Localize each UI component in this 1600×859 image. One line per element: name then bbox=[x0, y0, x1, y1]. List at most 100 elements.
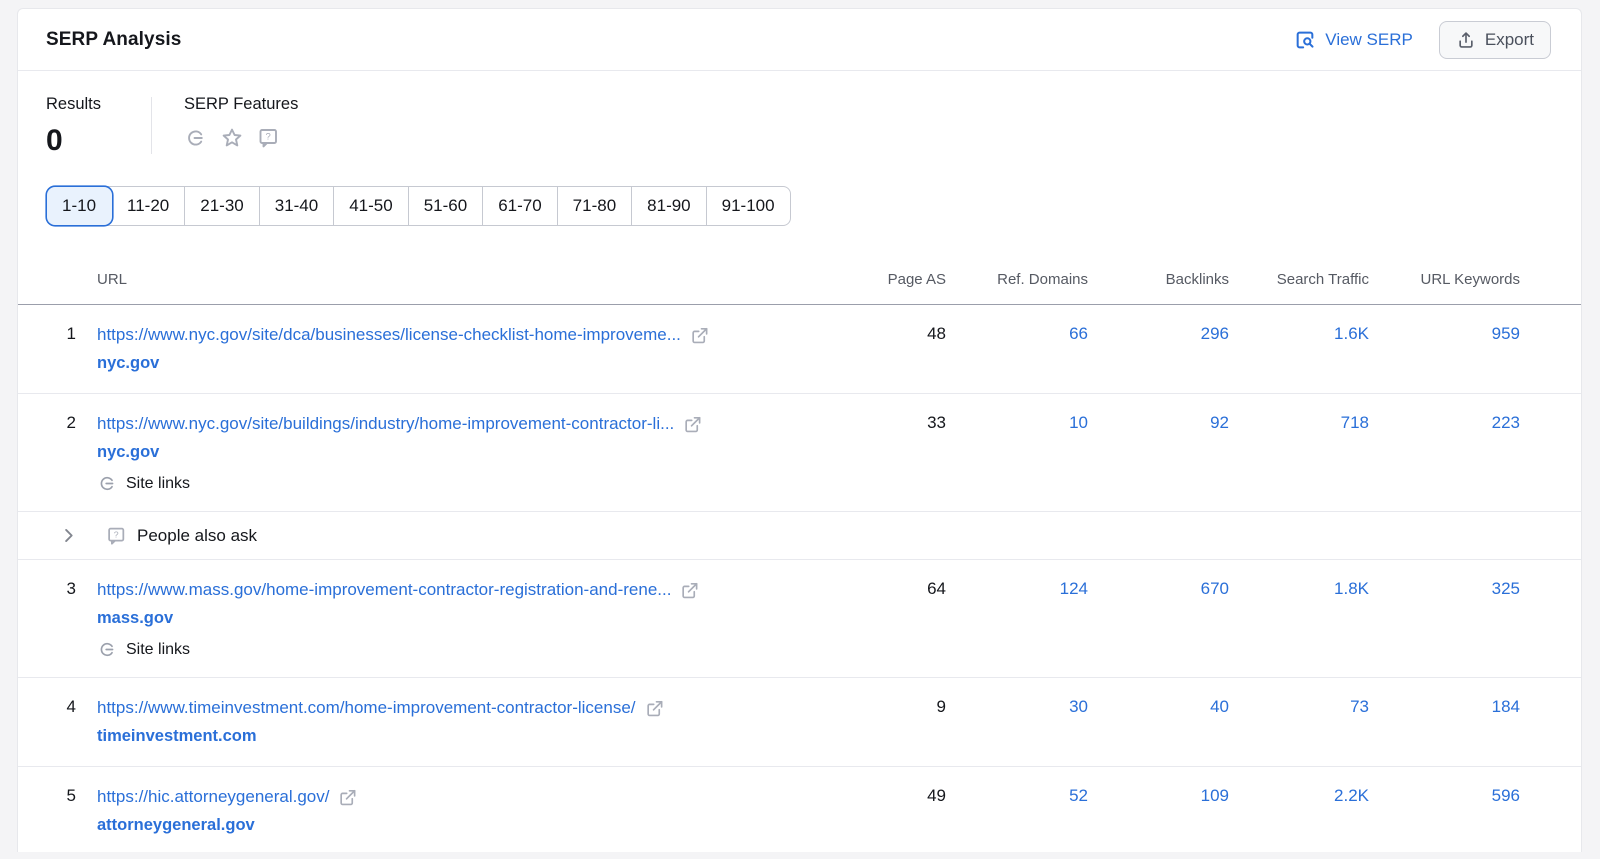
result-position: 1 bbox=[46, 322, 97, 344]
page-title: SERP Analysis bbox=[46, 29, 181, 51]
pagination-range-11-20[interactable]: 11-20 bbox=[112, 187, 185, 225]
result-url-cell: https://www.nyc.gov/site/buildings/indus… bbox=[97, 411, 856, 494]
external-link-icon[interactable] bbox=[645, 699, 664, 718]
page-as-value: 9 bbox=[856, 695, 946, 717]
search-traffic-link[interactable]: 1.8K bbox=[1334, 579, 1369, 598]
result-domain-link[interactable]: nyc.gov bbox=[97, 439, 159, 465]
results-value: 0 bbox=[46, 126, 151, 156]
pagination-range-31-40[interactable]: 31-40 bbox=[260, 187, 334, 225]
external-link-icon[interactable] bbox=[690, 326, 709, 345]
view-serp-link[interactable]: View SERP bbox=[1294, 29, 1413, 51]
pagination-range-71-80[interactable]: 71-80 bbox=[558, 187, 632, 225]
result-domain-link[interactable]: attorneygeneral.gov bbox=[97, 812, 255, 838]
result-url-link[interactable]: https://www.nyc.gov/site/buildings/indus… bbox=[97, 411, 674, 437]
result-url-link[interactable]: https://www.mass.gov/home-improvement-co… bbox=[97, 577, 671, 603]
result-position: 5 bbox=[46, 784, 97, 806]
column-header-url-keywords: URL Keywords bbox=[1369, 271, 1520, 288]
result-position: 4 bbox=[46, 695, 97, 717]
column-header-url: URL bbox=[97, 271, 856, 288]
external-link-icon[interactable] bbox=[338, 788, 357, 807]
view-serp-label: View SERP bbox=[1325, 30, 1413, 50]
export-icon bbox=[1456, 30, 1476, 50]
pagination-range-21-30[interactable]: 21-30 bbox=[185, 187, 259, 225]
serp-analysis-card: SERP Analysis View SERP bbox=[17, 8, 1582, 852]
search-traffic-link[interactable]: 2.2K bbox=[1334, 786, 1369, 805]
backlinks-link[interactable]: 40 bbox=[1210, 697, 1229, 716]
result-url-cell: https://hic.attorneygeneral.gov/ attorne… bbox=[97, 784, 856, 838]
search-traffic-link[interactable]: 73 bbox=[1350, 697, 1369, 716]
page-as-value: 64 bbox=[856, 577, 946, 599]
serp-features-label: SERP Features bbox=[184, 95, 298, 114]
table-row: 4 https://www.timeinvestment.com/home-im… bbox=[18, 678, 1581, 767]
export-label: Export bbox=[1485, 30, 1534, 50]
page-as-value: 48 bbox=[856, 322, 946, 344]
result-url-cell: https://www.timeinvestment.com/home-impr… bbox=[97, 695, 856, 749]
result-url-cell: https://www.mass.gov/home-improvement-co… bbox=[97, 577, 856, 660]
people-also-ask-icon[interactable]: ? bbox=[256, 126, 280, 150]
chevron-right-icon[interactable] bbox=[59, 526, 78, 545]
result-domain-link[interactable]: nyc.gov bbox=[97, 350, 159, 376]
url-keywords-link[interactable]: 959 bbox=[1492, 324, 1520, 343]
summary-section: Results 0 SERP Features bbox=[18, 71, 1581, 156]
url-keywords-link[interactable]: 184 bbox=[1492, 697, 1520, 716]
column-header-backlinks: Backlinks bbox=[1088, 271, 1229, 288]
url-keywords-link[interactable]: 325 bbox=[1492, 579, 1520, 598]
pagination-range-81-90[interactable]: 81-90 bbox=[632, 187, 706, 225]
url-keywords-link[interactable]: 223 bbox=[1492, 413, 1520, 432]
result-url-link[interactable]: https://www.nyc.gov/site/dca/businesses/… bbox=[97, 322, 681, 348]
site-links-label: Site links bbox=[126, 641, 190, 659]
serp-feature-label: People also ask bbox=[137, 526, 257, 546]
star-icon[interactable] bbox=[220, 126, 244, 150]
url-keywords-link[interactable]: 596 bbox=[1492, 786, 1520, 805]
pagination-range-61-70[interactable]: 61-70 bbox=[483, 187, 557, 225]
people-also-ask-icon: ? bbox=[105, 525, 127, 547]
column-header-ref-domains: Ref. Domains bbox=[946, 271, 1088, 288]
backlinks-link[interactable]: 296 bbox=[1201, 324, 1229, 343]
export-button[interactable]: Export bbox=[1439, 21, 1551, 59]
column-header-page-as: Page AS bbox=[856, 271, 946, 288]
backlinks-link[interactable]: 92 bbox=[1210, 413, 1229, 432]
pagination: 1-1011-2021-3031-4041-5051-6061-7071-808… bbox=[46, 186, 791, 226]
pagination-range-91-100[interactable]: 91-100 bbox=[707, 187, 790, 225]
pagination-range-41-50[interactable]: 41-50 bbox=[334, 187, 408, 225]
result-url-cell: https://www.nyc.gov/site/dca/businesses/… bbox=[97, 322, 856, 376]
result-url-link[interactable]: https://www.timeinvestment.com/home-impr… bbox=[97, 695, 636, 721]
ref-domains-link[interactable]: 52 bbox=[1069, 786, 1088, 805]
table-row: 3 https://www.mass.gov/home-improvement-… bbox=[18, 560, 1581, 678]
result-url-link[interactable]: https://hic.attorneygeneral.gov/ bbox=[97, 784, 329, 810]
ref-domains-link[interactable]: 66 bbox=[1069, 324, 1088, 343]
table-row: 5 https://hic.attorneygeneral.gov/ attor… bbox=[18, 767, 1581, 852]
sitelinks-icon[interactable] bbox=[184, 126, 208, 150]
results-block: Results 0 bbox=[46, 95, 151, 156]
result-position: 2 bbox=[46, 411, 97, 433]
column-header-search-traffic: Search Traffic bbox=[1229, 271, 1369, 288]
table-row: 2 https://www.nyc.gov/site/buildings/ind… bbox=[18, 394, 1581, 512]
search-traffic-link[interactable]: 1.6K bbox=[1334, 324, 1369, 343]
svg-text:?: ? bbox=[266, 132, 271, 143]
backlinks-link[interactable]: 109 bbox=[1201, 786, 1229, 805]
page-as-value: 49 bbox=[856, 784, 946, 806]
page-as-value: 33 bbox=[856, 411, 946, 433]
header-actions: View SERP Export bbox=[1294, 21, 1551, 59]
card-header: SERP Analysis View SERP bbox=[18, 9, 1581, 71]
ref-domains-link[interactable]: 10 bbox=[1069, 413, 1088, 432]
sitelinks-icon bbox=[97, 639, 118, 660]
view-serp-icon bbox=[1294, 29, 1316, 51]
serp-feature-icons: ? bbox=[184, 126, 298, 150]
site-links-badge: Site links bbox=[97, 473, 856, 494]
serp-feature-row: ? People also ask bbox=[18, 512, 1581, 560]
table-body: 1 https://www.nyc.gov/site/dca/businesse… bbox=[18, 305, 1581, 852]
backlinks-link[interactable]: 670 bbox=[1201, 579, 1229, 598]
result-domain-link[interactable]: mass.gov bbox=[97, 605, 173, 631]
svg-text:?: ? bbox=[114, 529, 119, 539]
pagination-range-51-60[interactable]: 51-60 bbox=[409, 187, 483, 225]
search-traffic-link[interactable]: 718 bbox=[1341, 413, 1369, 432]
results-label: Results bbox=[46, 95, 151, 114]
ref-domains-link[interactable]: 124 bbox=[1060, 579, 1088, 598]
pagination-range-1-10[interactable]: 1-10 bbox=[47, 187, 112, 225]
external-link-icon[interactable] bbox=[680, 581, 699, 600]
result-domain-link[interactable]: timeinvestment.com bbox=[97, 723, 257, 749]
table-row: 1 https://www.nyc.gov/site/dca/businesse… bbox=[18, 305, 1581, 394]
external-link-icon[interactable] bbox=[683, 415, 702, 434]
ref-domains-link[interactable]: 30 bbox=[1069, 697, 1088, 716]
